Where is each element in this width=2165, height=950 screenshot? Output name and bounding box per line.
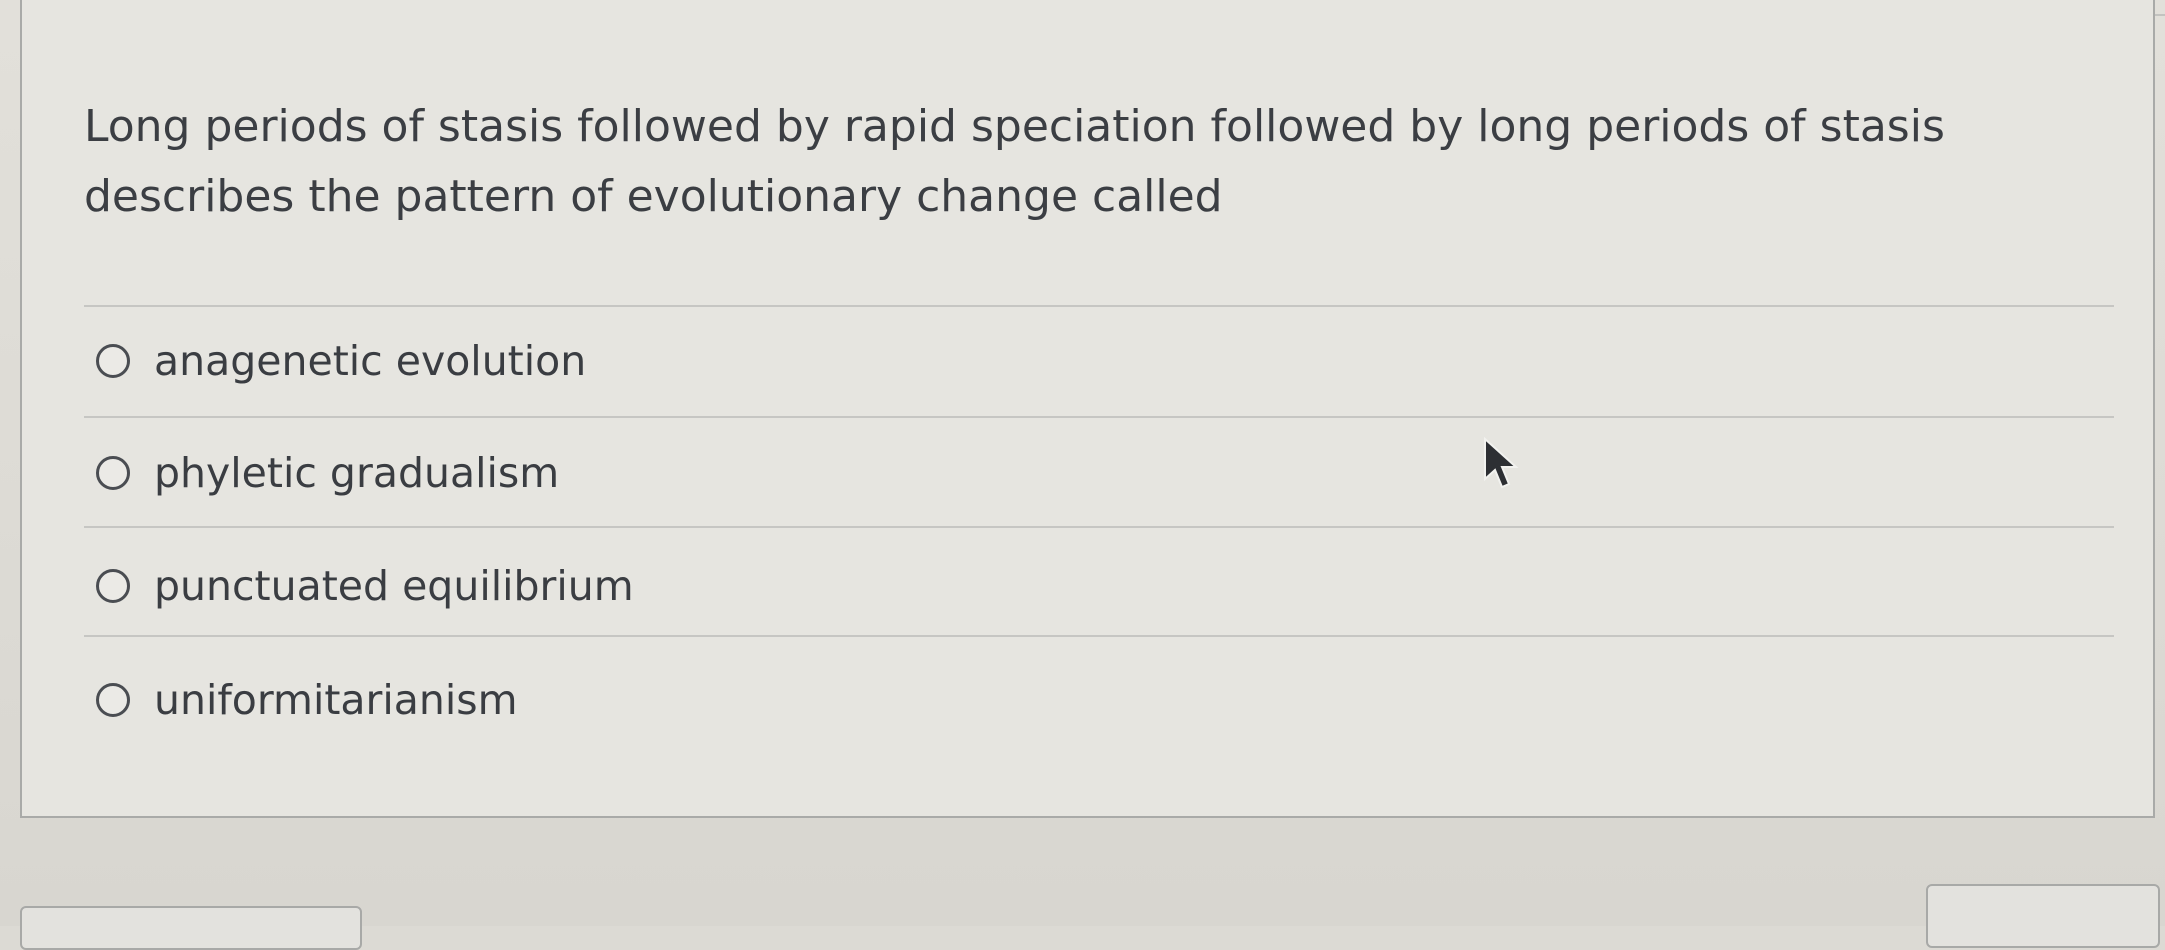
answer-option-2[interactable]: phyletic gradualism [96, 443, 559, 503]
answer-label: uniformitarianism [154, 676, 518, 724]
radio-unchecked-icon[interactable] [96, 456, 130, 490]
mouse-pointer-icon [1484, 437, 1519, 489]
next-button[interactable] [1926, 884, 2160, 948]
radio-unchecked-icon[interactable] [96, 344, 130, 378]
answer-option-3[interactable]: punctuated equilibrium [96, 556, 634, 616]
previous-button[interactable] [20, 906, 362, 950]
radio-unchecked-icon[interactable] [96, 569, 130, 603]
divider [84, 635, 2114, 637]
answer-label: phyletic gradualism [154, 449, 560, 497]
radio-unchecked-icon[interactable] [96, 683, 130, 717]
answer-label: anagenetic evolution [154, 337, 587, 385]
divider [84, 416, 2114, 418]
answer-label: punctuated equilibrium [154, 562, 634, 610]
question-text: Long periods of stasis followed by rapid… [84, 101, 1945, 222]
divider [84, 526, 2114, 528]
divider [84, 305, 2114, 307]
answer-option-1[interactable]: anagenetic evolution [96, 331, 586, 391]
answer-option-4[interactable]: uniformitarianism [96, 670, 518, 730]
